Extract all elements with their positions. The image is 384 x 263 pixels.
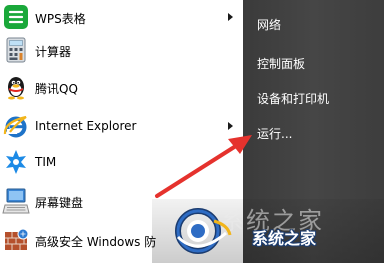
network-link[interactable]: 网络 (257, 16, 281, 33)
program-label: WPS表格 (35, 12, 86, 26)
program-item-internet-explorer[interactable]: Internet Explorer (0, 109, 242, 145)
program-label: TIM (35, 155, 57, 169)
control-panel-link[interactable]: 控制面板 (257, 55, 305, 72)
program-item-tim[interactable]: TIM (0, 145, 242, 181)
tim-icon (6, 150, 26, 174)
program-label: 计算器 (35, 45, 72, 59)
firewall-icon (5, 228, 29, 250)
start-menu: WPS表格 计算器 腾讯QQ Internet Explorer TIM 屏幕键… (0, 0, 384, 263)
devices-and-printers-link[interactable]: 设备和打印机 (257, 90, 329, 107)
program-item-qq[interactable]: 腾讯QQ (0, 70, 242, 106)
watermark-logo-icon (175, 208, 232, 254)
program-label: Internet Explorer (35, 119, 137, 133)
calculator-icon (6, 37, 26, 63)
internet-explorer-icon (3, 115, 27, 138)
submenu-arrow-icon (228, 122, 233, 130)
program-label: 高级安全 Windows 防 (35, 235, 157, 249)
watermark: 系统之家 系统之家 (152, 199, 384, 263)
program-label: 屏幕键盘 (35, 196, 84, 210)
on-screen-keyboard-icon (2, 188, 30, 214)
qq-penguin-icon (8, 77, 24, 100)
program-label: 腾讯QQ (35, 82, 78, 96)
wps-spreadsheet-icon (4, 5, 28, 29)
submenu-arrow-icon (228, 13, 233, 21)
watermark-text: 系统之家 (252, 229, 317, 248)
program-item-wps-spreadsheet[interactable]: WPS表格 (0, 0, 242, 36)
run-link[interactable]: 运行... (257, 125, 292, 142)
program-item-calculator[interactable]: 计算器 (0, 33, 242, 69)
